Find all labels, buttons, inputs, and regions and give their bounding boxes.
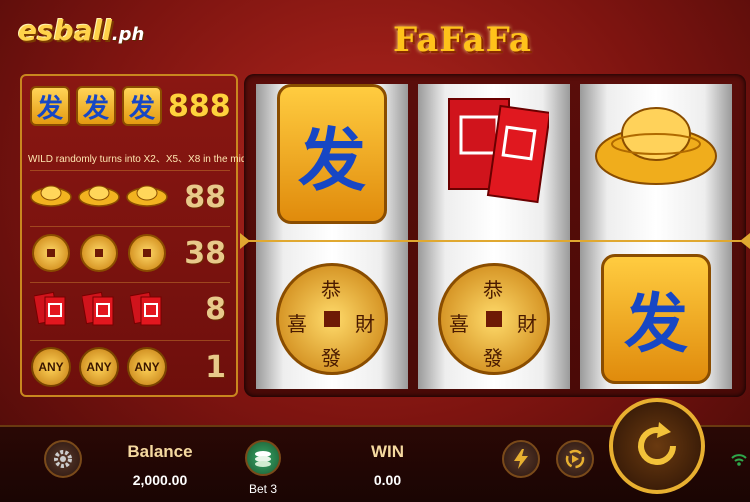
red-envelope-icon [34,291,66,326]
game-title: FaFaFa [393,20,532,60]
paytable-row-coin: 38 [30,226,230,279]
gold-ingot-icon [595,107,717,185]
coin-char: 發 [321,346,341,370]
fa-icon: 发 [30,86,70,126]
gold-ingot-icon [30,185,72,207]
brand-suffix: .ph [111,24,145,45]
fa-icon: 发 [76,86,116,126]
coin-icon [80,234,118,272]
balance-value: 2,000.00 [132,472,188,488]
paytable-row-any: ANY ANY ANY 1 [30,340,230,393]
balance-label: Balance [127,442,193,461]
red-envelope-icon [448,98,549,204]
brand-name: esball [18,14,112,47]
any-icon: ANY [79,347,119,387]
payline [248,240,742,242]
gold-ingot-icon [78,185,120,207]
slot-machine: 发 恭 喜 財 發 恭 喜 財 發 发 [240,74,750,397]
payout-value: 1 [205,349,226,385]
payout-value: 88 [184,179,226,215]
paytable-row-fa: 发 发 发 888 [30,80,231,132]
bet-button[interactable] [245,440,281,476]
turbo-button[interactable] [502,440,540,478]
paytable-row-ingot: 88 [30,170,230,223]
brand-logo: esball.ph [18,14,144,47]
auto-spin-icon [565,449,585,469]
coin-icon: 恭 喜 財 發 [276,263,388,375]
payline-right-marker [740,233,750,249]
any-icon: ANY [127,347,167,387]
coin-char: 喜 [287,312,307,336]
reel-3: 发 [580,84,732,389]
fa-icon: 发 [277,84,387,224]
gold-ingot-icon [126,185,168,207]
settings-button[interactable] [44,440,82,478]
win-value: 0.00 [373,472,402,488]
paytable-row-envelope: 8 [30,282,230,335]
paytable: 发 发 发 888 WILD randomly turns into X2、X5… [20,74,260,397]
coin-char: 財 [355,312,375,336]
reel-2: 恭 喜 財 發 [418,84,570,389]
spin-button[interactable] [609,398,705,494]
wild-note: WILD randomly turns into X2、X5、X8 in the… [28,154,260,165]
spin-arrow-icon [638,422,676,465]
red-envelope-icon [82,291,114,326]
payout-value: 38 [184,235,226,271]
win-label: WIN [370,442,405,461]
gear-icon [54,450,72,468]
coin-char: 發 [483,346,503,370]
bet-label: Bet 3 [248,482,278,496]
lightning-icon [514,449,528,469]
coin-icon [128,234,166,272]
chip-stack-icon [255,451,271,467]
red-envelope-icon [130,291,162,326]
coin-icon: 恭 喜 財 發 [438,263,550,375]
coin-char: 喜 [449,312,469,336]
fa-char: 发 [624,287,688,362]
any-icon: ANY [31,347,71,387]
payline-left-marker [240,233,250,249]
wifi-icon [731,454,747,466]
payout-value: 8 [205,291,226,327]
fa-char: 发 [297,120,366,201]
coin-char: 恭 [321,278,341,302]
fa-icon: 发 [122,86,162,126]
coin-icon [32,234,70,272]
payout-value: 888 [168,88,231,124]
fa-icon: 发 [601,254,711,384]
coin-char: 恭 [483,278,503,302]
coin-char: 財 [517,312,537,336]
autoplay-button[interactable] [556,440,594,478]
reel-1: 发 恭 喜 財 發 [256,84,408,389]
